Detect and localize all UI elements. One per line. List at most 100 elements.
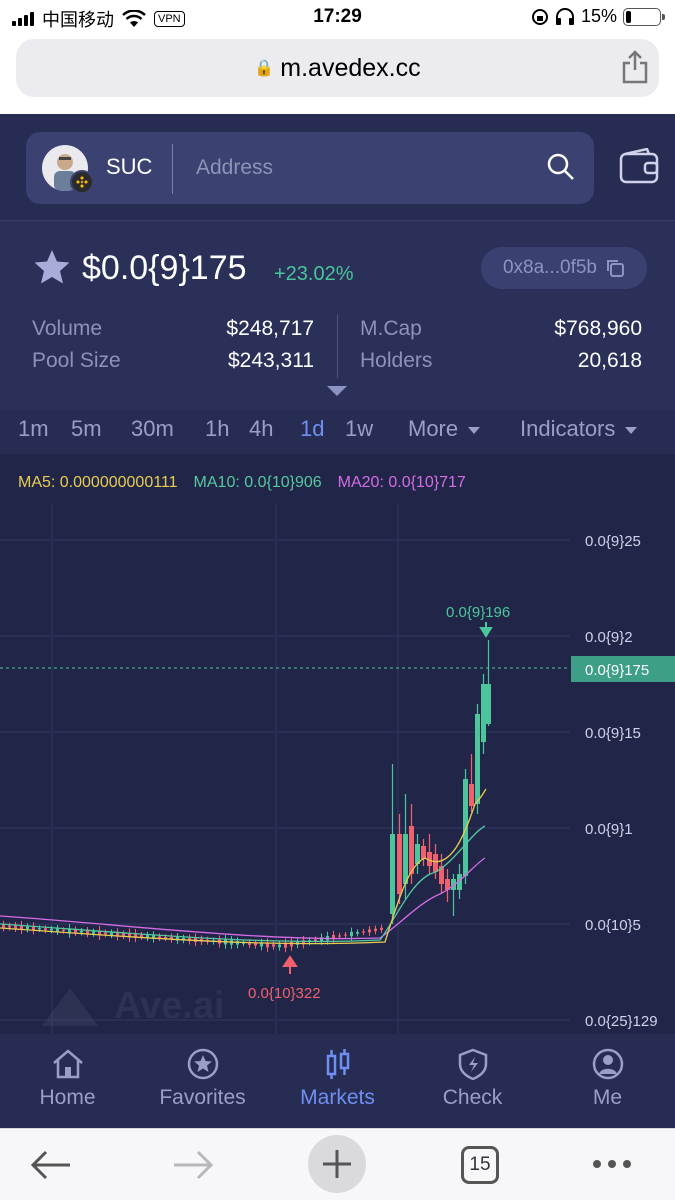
stat-value: $243,311 bbox=[227, 349, 314, 372]
markets-icon bbox=[326, 1049, 349, 1079]
tab-label: Me bbox=[592, 1086, 623, 1109]
candle-body bbox=[409, 826, 414, 874]
contract-address-chip[interactable]: 0x8a...0f5b bbox=[481, 247, 647, 289]
candle-body bbox=[475, 714, 480, 804]
wallet-icon[interactable] bbox=[619, 148, 659, 184]
indicators-label: Indicators bbox=[520, 416, 616, 441]
back-arrow-icon[interactable] bbox=[30, 1149, 72, 1181]
timeframe-30m[interactable]: 30m bbox=[131, 416, 174, 442]
timeframe-1h[interactable]: 1h bbox=[205, 416, 229, 442]
stat-holders: Holders 20,618 bbox=[360, 349, 642, 373]
candle-body bbox=[481, 684, 486, 742]
stats-divider bbox=[337, 314, 338, 378]
check-icon bbox=[458, 1048, 487, 1080]
favorites-icon bbox=[187, 1048, 218, 1080]
copy-icon[interactable] bbox=[605, 258, 625, 278]
bottom-tab-bar: Home Favorites Markets Check Me bbox=[0, 1034, 675, 1128]
ma10-label: MA10: 0.0{10}906 bbox=[193, 474, 322, 491]
tab-check[interactable]: Check bbox=[405, 1048, 540, 1110]
candlestick-chart[interactable]: 0.0{9}25 0.0{9}2 0.0{9}15 0.0{9}1 0.0{10}5 0.… bbox=[0, 454, 675, 1034]
more-options-icon[interactable] bbox=[592, 1159, 632, 1169]
candle-body bbox=[390, 834, 395, 914]
bnb-chain-icon bbox=[70, 170, 94, 194]
timeframe-4h[interactable]: 4h bbox=[249, 416, 273, 442]
ma-legend: MA5: 0.000000000111 MA10: 0.0{10}906 MA2… bbox=[18, 474, 466, 492]
stat-volume: Volume $248,717 bbox=[32, 317, 314, 341]
tab-me[interactable]: Me bbox=[540, 1048, 675, 1110]
candle-body bbox=[104, 932, 107, 935]
ave-logo-icon bbox=[42, 988, 98, 1026]
candle-body bbox=[74, 929, 77, 933]
chart-canvas[interactable]: 0.0{9}25 0.0{9}2 0.0{9}15 0.0{9}1 0.0{10}5 0.… bbox=[0, 454, 675, 1034]
home-icon bbox=[52, 1049, 83, 1079]
candle-body bbox=[272, 944, 275, 947]
stat-label: M.Cap bbox=[360, 317, 422, 340]
indicators-dropdown[interactable]: Indicators bbox=[520, 416, 638, 442]
timeframe-1m[interactable]: 1m bbox=[18, 416, 49, 442]
timeframe-1w[interactable]: 1w bbox=[345, 416, 373, 442]
tab-label: Home bbox=[39, 1086, 96, 1109]
more-dropdown[interactable]: More bbox=[408, 416, 481, 442]
timeframe-5m[interactable]: 5m bbox=[71, 416, 102, 442]
collapse-chevron-icon[interactable] bbox=[327, 386, 347, 396]
stat-label: Holders bbox=[360, 349, 433, 372]
candle-body bbox=[290, 942, 293, 947]
candle-body bbox=[463, 779, 468, 876]
candle-body bbox=[350, 931, 353, 937]
contract-address: 0x8a...0f5b bbox=[502, 257, 598, 278]
url-text: m.avedex.cc bbox=[280, 53, 421, 82]
address-bar[interactable]: 🔒 m.avedex.cc bbox=[16, 39, 659, 97]
candle-body bbox=[14, 925, 17, 929]
battery-icon bbox=[623, 7, 665, 26]
candle-body bbox=[38, 928, 41, 930]
lock-icon: 🔒 bbox=[254, 60, 275, 77]
candle-body bbox=[56, 928, 59, 932]
tab-switcher-button[interactable]: 15 bbox=[461, 1146, 499, 1184]
stat-label: Volume bbox=[32, 317, 103, 340]
token-symbol[interactable]: SUC bbox=[106, 154, 152, 180]
address-search-input[interactable] bbox=[196, 148, 516, 188]
stat-pool-size: Pool Size $243,311 bbox=[32, 349, 314, 373]
candle-body bbox=[397, 834, 402, 894]
candle-body bbox=[44, 928, 47, 931]
search-bar[interactable]: SUC bbox=[26, 132, 594, 204]
stat-label: Pool Size bbox=[32, 349, 121, 372]
tab-home[interactable]: Home bbox=[0, 1048, 135, 1110]
new-tab-button[interactable] bbox=[308, 1135, 366, 1193]
divider bbox=[172, 144, 173, 194]
y-tick-label: 0.0{9}2 bbox=[585, 629, 633, 646]
candle-body bbox=[62, 929, 65, 932]
favorite-star-icon[interactable] bbox=[32, 247, 72, 287]
candle-body bbox=[380, 927, 383, 930]
candle-body bbox=[140, 935, 143, 937]
price-change: +23.02% bbox=[274, 263, 354, 285]
candle-body bbox=[2, 924, 5, 928]
tab-markets[interactable]: Markets bbox=[270, 1048, 405, 1110]
headphones-icon bbox=[555, 7, 574, 25]
candle-body bbox=[122, 933, 125, 936]
battery-percent: 15% bbox=[580, 6, 617, 26]
candle-body bbox=[486, 684, 491, 724]
search-icon[interactable] bbox=[546, 152, 576, 182]
share-icon[interactable] bbox=[621, 50, 649, 84]
y-tick-label: 0.0{25}129 bbox=[585, 1013, 658, 1030]
high-arrow-icon bbox=[479, 622, 493, 638]
watermark-text: Ave.ai bbox=[114, 984, 225, 1027]
tab-label: Favorites bbox=[159, 1086, 246, 1109]
ma5-label: MA5: 0.000000000111 bbox=[18, 474, 178, 491]
forward-arrow-icon[interactable] bbox=[172, 1149, 214, 1181]
tab-favorites[interactable]: Favorites bbox=[135, 1048, 270, 1110]
candle-body bbox=[8, 925, 11, 928]
ma20-label: MA20: 0.0{10}717 bbox=[337, 474, 466, 491]
tab-label: Markets bbox=[300, 1086, 375, 1109]
candle-body bbox=[403, 834, 408, 884]
timeframe-1d[interactable]: 1d bbox=[300, 416, 324, 442]
y-tick-label: 0.0{9}15 bbox=[585, 725, 641, 742]
browser-url-area: 🔒 m.avedex.cc bbox=[0, 34, 675, 114]
ave-watermark: Ave.ai bbox=[38, 984, 225, 1028]
browser-toolbar: 15 bbox=[0, 1128, 675, 1200]
tab-label: Check bbox=[442, 1086, 503, 1109]
y-tick-label: 0.0{9}1 bbox=[585, 821, 633, 838]
low-arrow-icon bbox=[282, 955, 298, 974]
candle-body bbox=[362, 931, 365, 933]
